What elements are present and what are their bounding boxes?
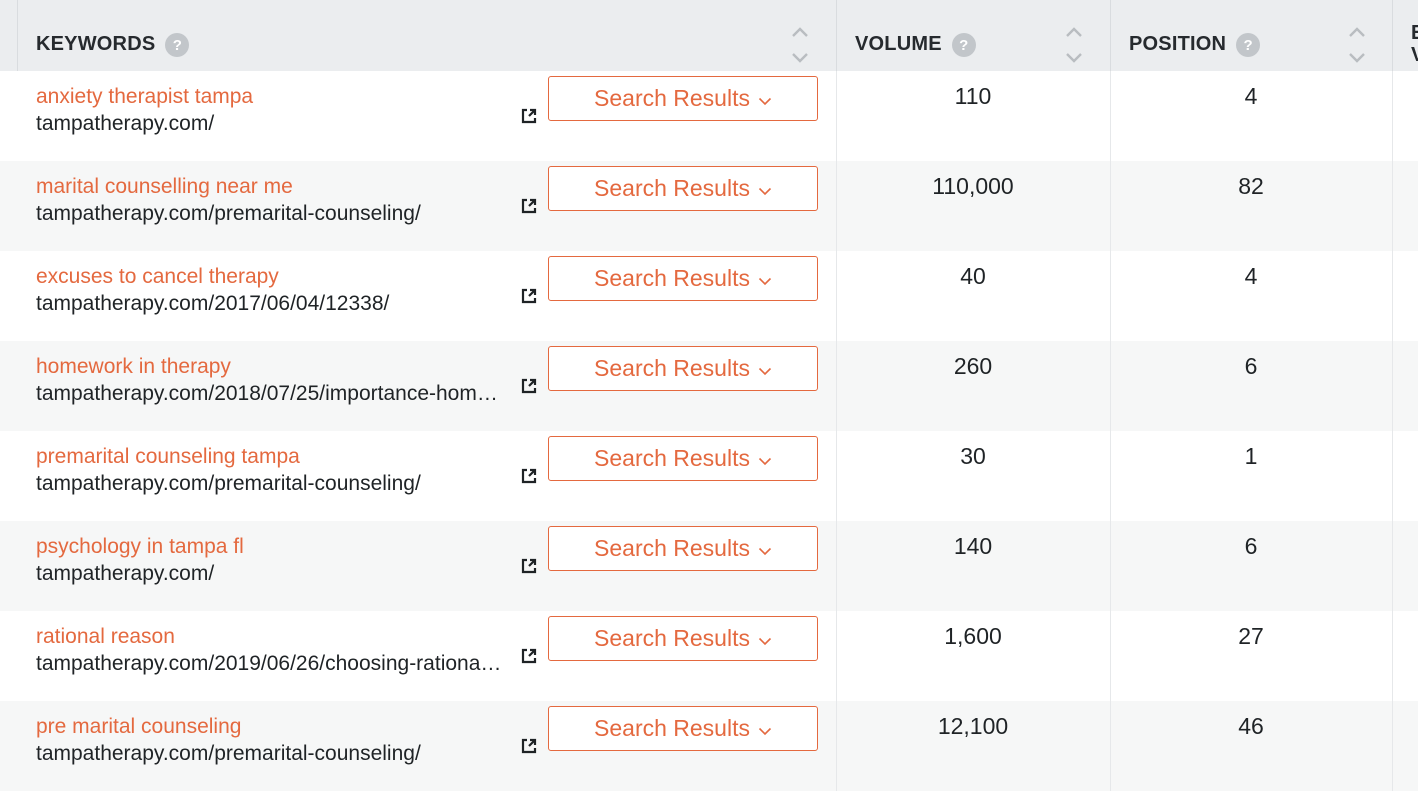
column-divider [1392, 701, 1393, 791]
keyword-link[interactable]: anxiety therapist tampa [36, 85, 253, 109]
keywords-header-label: KEYWORDS [36, 32, 156, 55]
keywords-help-icon[interactable]: ? [165, 33, 190, 57]
volume-header-label: VOLUME [855, 32, 942, 55]
column-divider [1392, 341, 1393, 431]
ranking-url: tampatherapy.com/premarital-counseling/ [36, 742, 421, 765]
position-value: 4 [1244, 263, 1258, 289]
keywords-table: KEYWORDS ? VOLUME ? POSITION ? anxiety t… [0, 0, 1418, 796]
position-value: 82 [1238, 173, 1264, 199]
search-results-dropdown-button[interactable]: Search Results [548, 436, 818, 481]
external-link-icon[interactable] [520, 377, 538, 395]
keyword-link[interactable]: premarital counseling tampa [36, 445, 300, 469]
chevron-down-icon [758, 355, 772, 382]
column-divider [1392, 521, 1393, 611]
table-row: rational reason tampatherapy.com/2019/06… [0, 611, 1418, 701]
column-divider [1392, 431, 1393, 521]
table-row: marital counselling near me tampatherapy… [0, 161, 1418, 251]
chevron-down-icon [758, 265, 772, 292]
ranking-url: tampatherapy.com/2019/06/26/choosing-rat… [36, 652, 506, 675]
keyword-link[interactable]: rational reason [36, 625, 175, 649]
search-results-dropdown-button[interactable]: Search Results [548, 526, 818, 571]
column-divider [1392, 161, 1393, 251]
position-value: 27 [1238, 623, 1264, 649]
chevron-down-icon [758, 85, 772, 112]
search-results-dropdown-button[interactable]: Search Results [548, 166, 818, 211]
search-results-label: Search Results [594, 265, 750, 291]
column-divider [1392, 611, 1393, 701]
ranking-url: tampatherapy.com/ [36, 562, 215, 585]
position-sort-arrows-icon[interactable] [1347, 24, 1367, 66]
keyword-link[interactable]: pre marital counseling [36, 715, 241, 739]
table-row: homework in therapy tampatherapy.com/201… [0, 341, 1418, 431]
volume-value: 30 [960, 443, 986, 469]
position-value: 1 [1244, 443, 1258, 469]
volume-value: 40 [960, 263, 986, 289]
search-results-label: Search Results [594, 445, 750, 471]
volume-value: 260 [953, 353, 993, 379]
keywords-sort-arrows-icon[interactable] [790, 24, 810, 66]
search-results-label: Search Results [594, 355, 750, 381]
chevron-down-icon [758, 445, 772, 472]
position-value: 4 [1244, 83, 1258, 109]
position-header-label: POSITION [1129, 32, 1227, 55]
search-results-label: Search Results [594, 535, 750, 561]
external-link-icon[interactable] [520, 197, 538, 215]
volume-value: 1,600 [944, 623, 1002, 649]
column-divider [1392, 71, 1393, 161]
keyword-link[interactable]: marital counselling near me [36, 175, 293, 199]
position-value: 46 [1238, 713, 1264, 739]
ranking-url: tampatherapy.com/premarital-counseling/ [36, 202, 421, 225]
volume-value: 140 [953, 533, 993, 559]
volume-help-icon[interactable]: ? [951, 33, 976, 57]
external-link-icon[interactable] [520, 557, 538, 575]
keyword-link[interactable]: homework in therapy [36, 355, 231, 379]
position-value: 6 [1244, 353, 1258, 379]
search-results-label: Search Results [594, 715, 750, 741]
search-results-label: Search Results [594, 625, 750, 651]
search-results-label: Search Results [594, 85, 750, 111]
search-results-dropdown-button[interactable]: Search Results [548, 256, 818, 301]
next-header-label: E V [1411, 22, 1418, 66]
search-results-dropdown-button[interactable]: Search Results [548, 346, 818, 391]
table-row: pre marital counseling tampatherapy.com/… [0, 701, 1418, 791]
search-results-label: Search Results [594, 175, 750, 201]
search-results-dropdown-button[interactable]: Search Results [548, 76, 818, 121]
search-results-dropdown-button[interactable]: Search Results [548, 706, 818, 751]
volume-value: 12,100 [937, 713, 1009, 739]
search-results-dropdown-button[interactable]: Search Results [548, 616, 818, 661]
external-link-icon[interactable] [520, 287, 538, 305]
external-link-icon[interactable] [520, 467, 538, 485]
table-row: anxiety therapist tampa tampatherapy.com… [0, 71, 1418, 161]
chevron-down-icon [758, 715, 772, 742]
ranking-url: tampatherapy.com/premarital-counseling/ [36, 472, 421, 495]
chevron-down-icon [758, 535, 772, 562]
position-value: 6 [1244, 533, 1258, 559]
ranking-url: tampatherapy.com/ [36, 112, 215, 135]
position-help-icon[interactable]: ? [1236, 33, 1261, 57]
table-row: psychology in tampa fl tampatherapy.com/… [0, 521, 1418, 611]
chevron-down-icon [758, 625, 772, 652]
keyword-link[interactable]: excuses to cancel therapy [36, 265, 279, 289]
chevron-down-icon [758, 175, 772, 202]
ranking-url: tampatherapy.com/2018/07/25/importance-h… [36, 382, 506, 405]
column-divider [1392, 251, 1393, 341]
external-link-icon[interactable] [520, 737, 538, 755]
ranking-url: tampatherapy.com/2017/06/04/12338/ [36, 292, 390, 315]
keyword-link[interactable]: psychology in tampa fl [36, 535, 244, 559]
volume-sort-arrows-icon[interactable] [1064, 24, 1084, 66]
table-row: excuses to cancel therapy tampatherapy.c… [0, 251, 1418, 341]
external-link-icon[interactable] [520, 107, 538, 125]
volume-value: 110,000 [932, 173, 1014, 199]
volume-value: 110 [954, 83, 992, 109]
table-row: premarital counseling tampa tampatherapy… [0, 431, 1418, 521]
external-link-icon[interactable] [520, 647, 538, 665]
